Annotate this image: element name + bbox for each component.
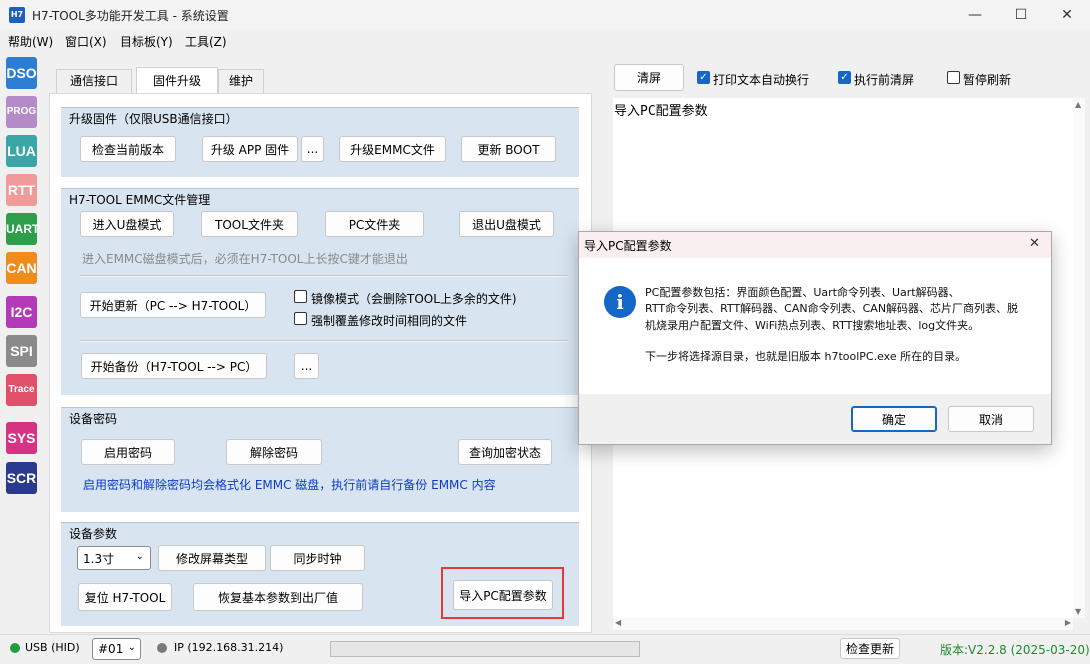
clear-before-label: 执行前清屏 bbox=[854, 73, 915, 87]
vertical-scrollbar[interactable]: ▲ ▼ bbox=[1073, 98, 1085, 618]
clear-before-checkbox[interactable]: ✓ bbox=[838, 71, 851, 84]
device-password-title: 设备密码 bbox=[69, 412, 118, 426]
restore-factory-button[interactable]: 恢复基本参数到出厂值 bbox=[193, 583, 363, 611]
sidebar-can[interactable]: CAN bbox=[6, 252, 37, 284]
separator bbox=[80, 340, 568, 342]
query-encryption-button[interactable]: 查询加密状态 bbox=[458, 439, 552, 465]
app-icon: H7 bbox=[9, 7, 25, 23]
separator bbox=[80, 275, 568, 277]
upgrade-app-button[interactable]: 升级 APP 固件 bbox=[202, 136, 298, 162]
usb-status-icon bbox=[10, 643, 20, 653]
force-overwrite-checkbox[interactable] bbox=[294, 312, 307, 325]
scroll-up-icon[interactable]: ▲ bbox=[1075, 100, 1081, 109]
sidebar-rtt[interactable]: RTT bbox=[6, 174, 37, 206]
enter-udisk-button[interactable]: 进入U盘模式 bbox=[80, 211, 174, 237]
upgrade-firmware-title: 升级固件（仅限USB通信接口） bbox=[69, 112, 238, 126]
info-icon: i bbox=[604, 286, 636, 318]
emmc-file-title: H7-TOOL EMMC文件管理 bbox=[69, 193, 211, 207]
mirror-mode-label: 镜像模式（会删除TOOL上多余的文件) bbox=[311, 292, 517, 306]
check-update-button[interactable]: 检查更新 bbox=[840, 638, 900, 659]
sidebar-i2c[interactable]: I2C bbox=[6, 296, 37, 328]
sidebar-scr[interactable]: SCR bbox=[6, 462, 37, 494]
start-backup-button[interactable]: 开始备份（H7-TOOL --> PC） bbox=[81, 353, 267, 379]
cancel-button[interactable]: 取消 bbox=[948, 406, 1034, 432]
menu-window[interactable]: 窗口(X) bbox=[65, 33, 107, 50]
update-boot-button[interactable]: 更新 BOOT bbox=[461, 136, 556, 162]
output-text: 导入PC配置参数 bbox=[614, 104, 708, 119]
start-update-button[interactable]: 开始更新（PC --> H7-TOOL） bbox=[80, 292, 266, 318]
import-pc-config-button[interactable]: 导入PC配置参数 bbox=[453, 580, 553, 610]
mirror-mode-checkbox[interactable] bbox=[294, 290, 307, 303]
dialog-line-3: 机烧录用户配置文件、WiFi热点列表、RTT搜索地址表、log文件夹。 bbox=[645, 319, 980, 332]
sidebar-prog[interactable]: PROG bbox=[6, 96, 37, 128]
chevron-down-icon: ⌄ bbox=[127, 642, 136, 653]
password-warning: 启用密码和解除密码均会格式化 EMMC 磁盘，执行前请自行备份 EMMC 内容 bbox=[83, 478, 496, 492]
progress-bar bbox=[330, 641, 640, 657]
sidebar-dso[interactable]: DSO bbox=[6, 57, 37, 89]
device-number-select[interactable]: #01 ⌄ bbox=[92, 638, 141, 660]
menu-tools[interactable]: 工具(Z) bbox=[185, 33, 227, 50]
ip-status-icon bbox=[157, 643, 167, 653]
dialog-line-1: PC配置参数包括：界面颜色配置、Uart命令列表、Uart解码器、 bbox=[645, 286, 960, 299]
enable-password-button[interactable]: 启用密码 bbox=[81, 439, 175, 465]
sync-clock-button[interactable]: 同步时钟 bbox=[270, 545, 365, 571]
device-number-value: #01 bbox=[98, 642, 124, 656]
sidebar-uart[interactable]: UART bbox=[6, 213, 39, 245]
horizontal-scrollbar[interactable]: ◀ ▶ bbox=[613, 618, 1073, 630]
sidebar-lua[interactable]: LUA bbox=[6, 135, 37, 167]
menu-target-board[interactable]: 目标板(Y) bbox=[120, 33, 173, 50]
screen-size-value: 1.3寸 bbox=[83, 551, 115, 566]
dialog-next-step: 下一步将选择源目录，也就是旧版本 h7toolPC.exe 所在的目录。 bbox=[645, 350, 967, 363]
ip-status: IP (192.168.31.214) bbox=[174, 641, 284, 654]
reset-device-button[interactable]: 复位 H7-TOOL bbox=[78, 583, 172, 611]
close-button[interactable]: ✕ bbox=[1044, 0, 1090, 30]
sidebar-trace[interactable]: Trace bbox=[6, 374, 37, 406]
tab-comm-interface[interactable]: 通信接口 bbox=[56, 69, 132, 93]
pc-folder-button[interactable]: PC文件夹 bbox=[325, 211, 424, 237]
check-version-button[interactable]: 检查当前版本 bbox=[80, 136, 176, 162]
auto-wrap-label: 打印文本自动换行 bbox=[713, 73, 810, 87]
ok-button[interactable]: 确定 bbox=[851, 406, 937, 432]
pause-refresh-checkbox[interactable] bbox=[947, 71, 960, 84]
disable-password-button[interactable]: 解除密码 bbox=[226, 439, 322, 465]
screen-size-select[interactable]: 1.3寸 ⌄ bbox=[77, 546, 151, 570]
force-overwrite-label: 强制覆盖修改时间相同的文件 bbox=[311, 314, 468, 328]
sidebar: DSO PROG LUA RTT UART CAN I2C SPI Trace … bbox=[0, 52, 44, 632]
import-config-dialog: 导入PC配置参数 ✕ i PC配置参数包括：界面颜色配置、Uart命令列表、Ua… bbox=[578, 231, 1052, 445]
chevron-down-icon: ⌄ bbox=[135, 551, 144, 562]
emmc-hint: 进入EMMC磁盘模式后，必须在H7-TOOL上长按C键才能退出 bbox=[82, 252, 408, 266]
dialog-line-2: RTT命令列表、RTT解码器、CAN命令列表、CAN解码器、芯片厂商列表、脱 bbox=[645, 302, 1019, 315]
clear-screen-button[interactable]: 清屏 bbox=[614, 64, 684, 91]
usb-status: USB (HID) bbox=[25, 641, 80, 654]
scroll-down-icon[interactable]: ▼ bbox=[1075, 607, 1081, 616]
dialog-title: 导入PC配置参数 bbox=[584, 239, 672, 253]
scroll-right-icon[interactable]: ▶ bbox=[1065, 618, 1071, 627]
tab-firmware-upgrade[interactable]: 固件升级 bbox=[136, 67, 218, 93]
scroll-left-icon[interactable]: ◀ bbox=[615, 618, 621, 627]
browse-app-button[interactable]: ... bbox=[301, 136, 324, 162]
minimize-button[interactable]: — bbox=[952, 0, 998, 30]
version-label: 版本:V2.2.8 (2025-03-20) bbox=[940, 643, 1090, 657]
auto-wrap-checkbox[interactable]: ✓ bbox=[697, 71, 710, 84]
sidebar-sys[interactable]: SYS bbox=[6, 422, 37, 454]
pause-refresh-label: 暂停刷新 bbox=[963, 73, 1012, 87]
tab-maintenance[interactable]: 维护 bbox=[218, 69, 264, 93]
exit-udisk-button[interactable]: 退出U盘模式 bbox=[459, 211, 554, 237]
sidebar-spi[interactable]: SPI bbox=[6, 335, 37, 367]
dialog-close-icon[interactable]: ✕ bbox=[1029, 236, 1040, 251]
tool-folder-button[interactable]: TOOL文件夹 bbox=[201, 211, 298, 237]
maximize-button[interactable]: ☐ bbox=[998, 0, 1044, 30]
browse-backup-button[interactable]: ... bbox=[294, 353, 319, 379]
modify-screen-button[interactable]: 修改屏幕类型 bbox=[158, 545, 266, 571]
menu-help[interactable]: 帮助(W) bbox=[8, 33, 53, 50]
upgrade-emmc-button[interactable]: 升级EMMC文件 bbox=[339, 136, 446, 162]
window-title: H7-TOOL多功能开发工具 - 系统设置 bbox=[32, 9, 229, 23]
device-params-title: 设备参数 bbox=[69, 527, 118, 541]
